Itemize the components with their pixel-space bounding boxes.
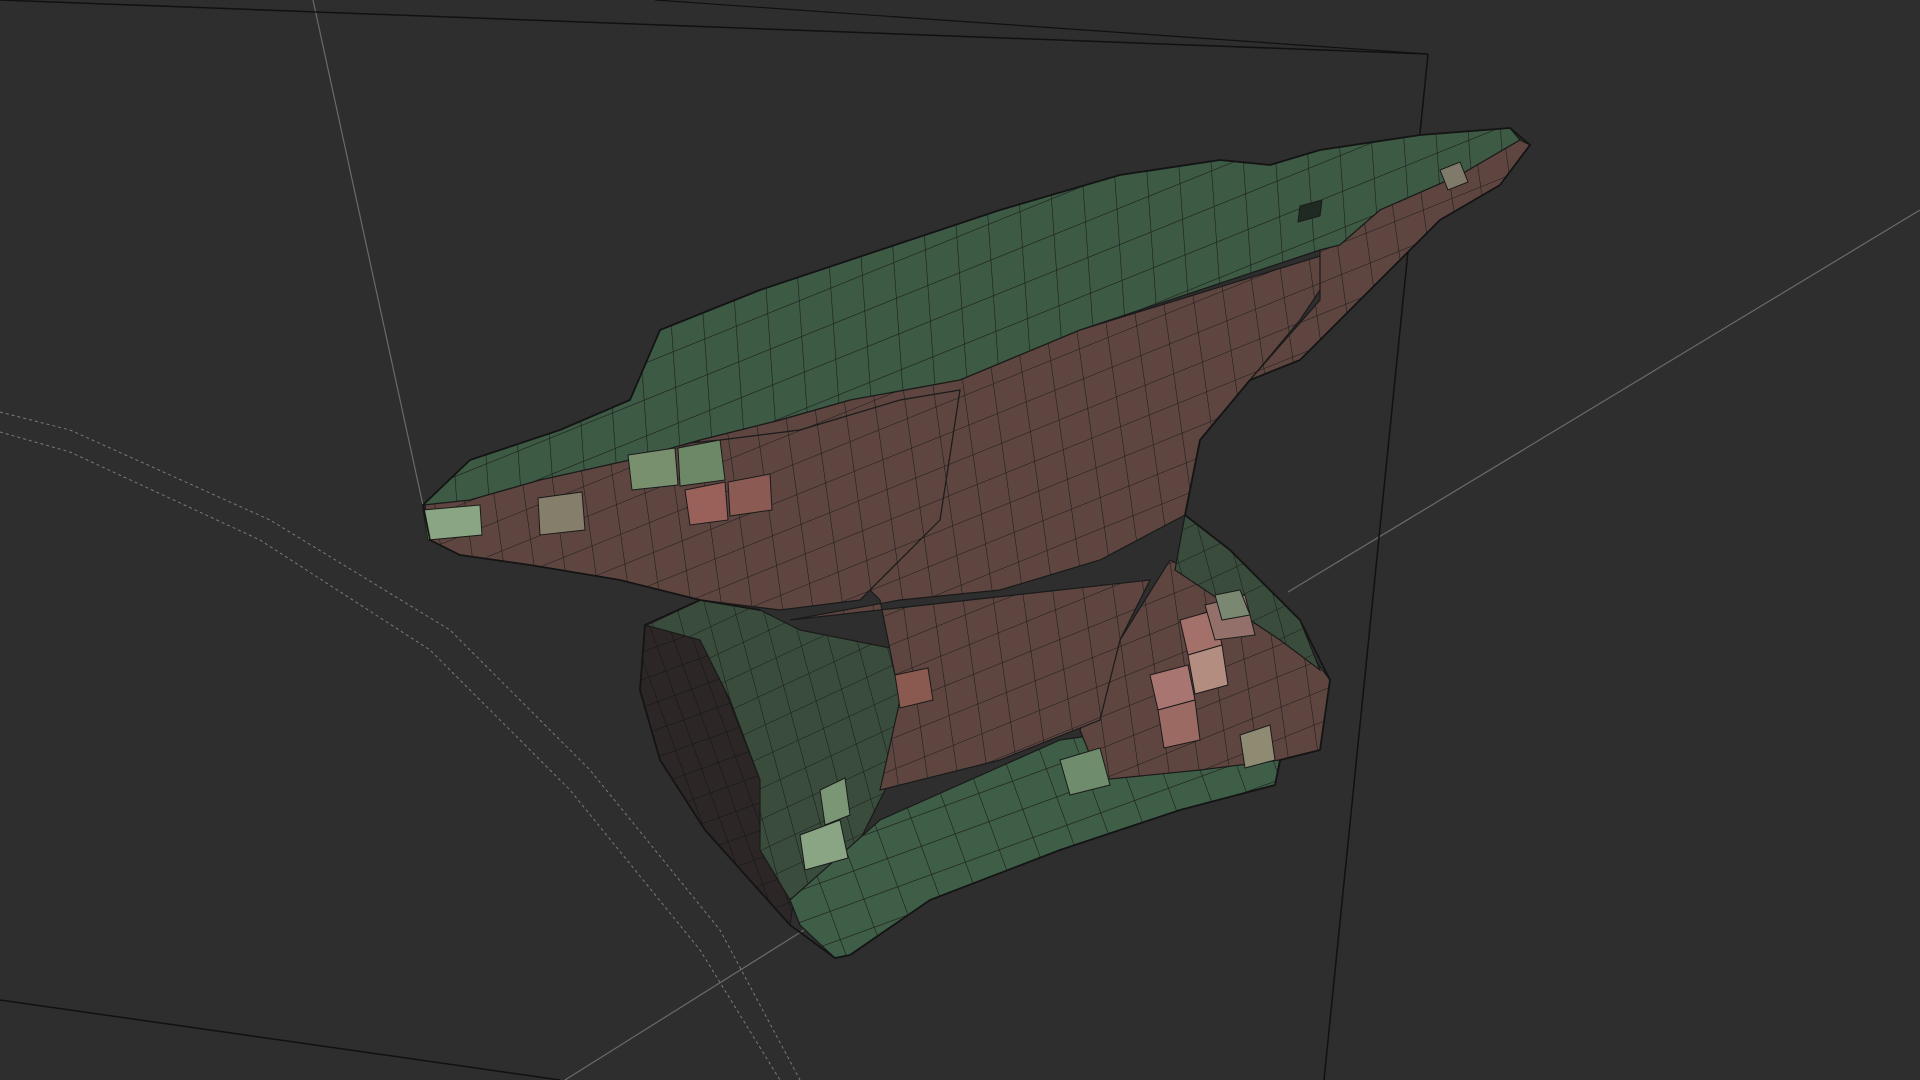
3d-viewport[interactable]: [0, 0, 1920, 1080]
viewport-canvas[interactable]: [0, 0, 1920, 1080]
bounding-box-edge: [0, 999, 561, 1080]
bounding-box-edge: [654, 0, 1429, 55]
anvil-mesh[interactable]: [421, 127, 1532, 959]
grid-line: [312, 0, 425, 511]
bounding-box-edge: [0, 0, 1429, 55]
grid-line: [564, 929, 805, 1080]
